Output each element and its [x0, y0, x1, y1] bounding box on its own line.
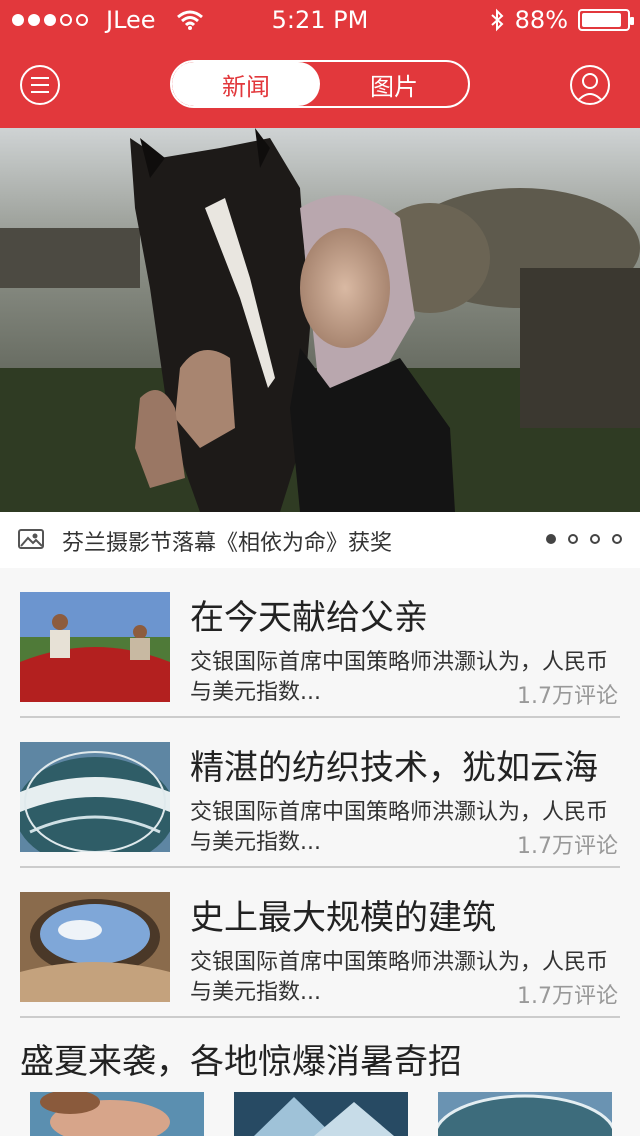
article-thumbnail [20, 892, 170, 1002]
tab-news[interactable]: 新闻 [172, 62, 320, 106]
comment-count: 1.7万评论 [517, 684, 618, 709]
user-icon[interactable] [570, 65, 610, 105]
comment-count: 1.7万评论 [517, 834, 618, 859]
gallery-thumbnail[interactable] [30, 1092, 204, 1136]
article-thumbnail [20, 592, 170, 702]
list-item[interactable]: 精湛的纺织技术，犹如云海 交银国际首席中国策略师洪灏认为，人民币与美元指数...… [0, 718, 640, 868]
article-thumbnail [20, 742, 170, 852]
divider [20, 1016, 620, 1018]
gallery-thumbnails [0, 1092, 640, 1136]
hero-caption[interactable]: 芬兰摄影节落幕《相依为命》获奖 [0, 512, 640, 568]
comment-count: 1.7万评论 [517, 984, 618, 1009]
list-item[interactable]: 史上最大规模的建筑 交银国际首席中国策略师洪灏认为，人民币与美元指数... 1.… [0, 868, 640, 1018]
gallery-thumbnail[interactable] [438, 1092, 612, 1136]
battery-icon [578, 9, 634, 31]
article-title: 在今天献给父亲 [190, 598, 428, 638]
article-title: 精湛的纺织技术，犹如云海 [190, 748, 598, 788]
battery-percent: 88% [514, 6, 568, 34]
tab-pictures[interactable]: 图片 [320, 62, 468, 106]
status-bar: JLee 5:21 PM 88% [0, 0, 640, 40]
hero-photo[interactable] [0, 128, 640, 512]
pager-dot[interactable] [568, 534, 578, 544]
list-item[interactable]: 在今天献给父亲 交银国际首席中国策略师洪灏认为，人民币与美元指数... 1.7万… [0, 568, 640, 718]
carousel-pager[interactable] [546, 534, 622, 544]
pager-dot[interactable] [590, 534, 600, 544]
bluetooth-icon [490, 8, 504, 32]
pager-dot[interactable] [546, 534, 556, 544]
gallery-thumbnail[interactable] [234, 1092, 408, 1136]
hero-caption-text: 芬兰摄影节落幕《相依为命》获奖 [62, 531, 393, 556]
image-icon [18, 529, 44, 549]
pager-dot[interactable] [612, 534, 622, 544]
article-title: 史上最大规模的建筑 [190, 898, 496, 938]
tab-switcher: 新闻 图片 [170, 60, 470, 108]
app-header: JLee 5:21 PM 88% 新闻 图片 [0, 0, 640, 128]
gallery-section-title: 盛夏来袭，各地惊爆消暑奇招 [20, 1042, 462, 1082]
menu-icon[interactable] [20, 65, 60, 105]
